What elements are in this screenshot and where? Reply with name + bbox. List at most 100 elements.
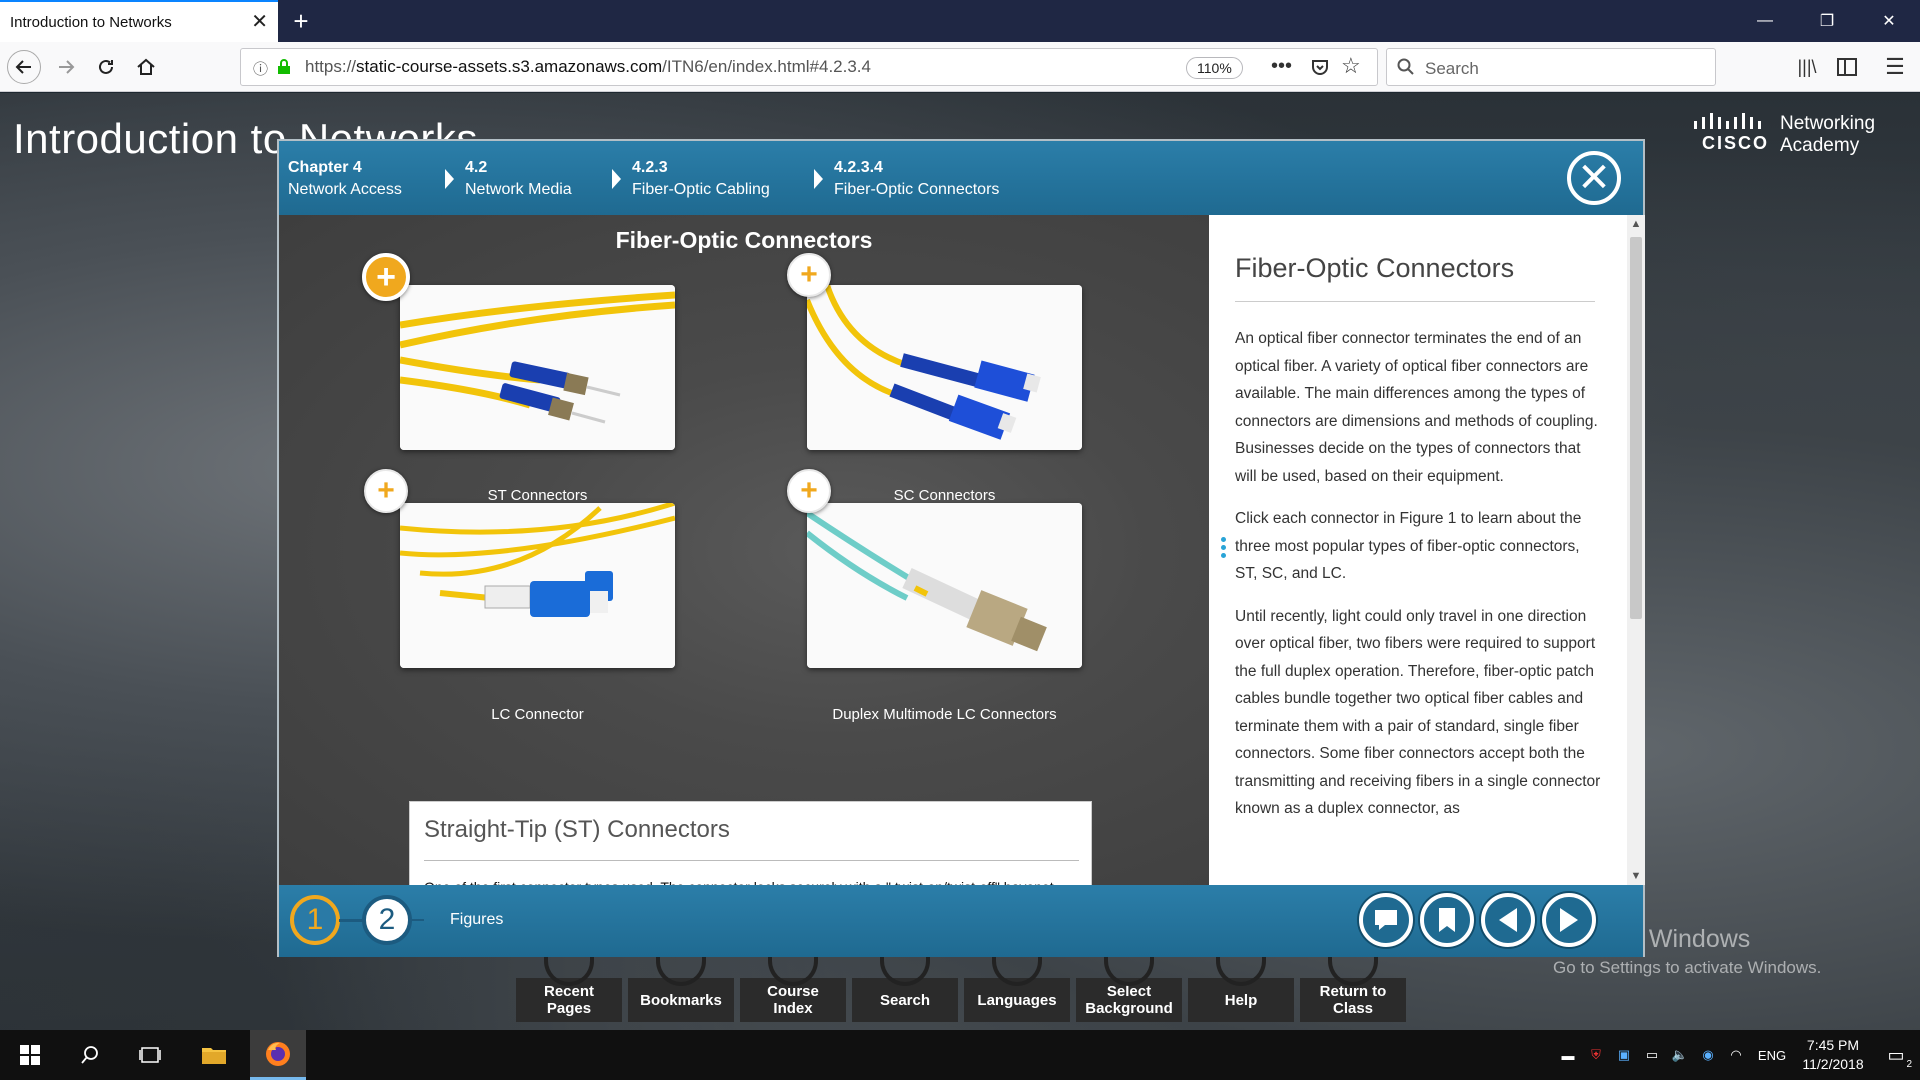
forward-button[interactable] [49,50,83,84]
language-indicator[interactable]: ENG [1750,1048,1794,1063]
scroll-up-icon[interactable]: ▲ [1627,215,1645,233]
notification-center-button[interactable]: ▭ 2 [1872,1045,1920,1070]
close-tab-icon[interactable]: ✕ [251,12,268,32]
info-icon[interactable]: ⓘ [253,58,268,79]
battery-icon[interactable]: ▭ [1638,1047,1666,1063]
bookmark-icon [1439,908,1455,932]
back-button[interactable] [7,50,41,84]
bookmark-button[interactable] [1420,893,1474,947]
course-bottom-menu: Recent Pages Bookmarks Course Index Sear… [516,956,1406,1022]
firefox-icon [266,1041,290,1066]
home-icon [137,58,155,75]
clock-time: 7:45 PM [1806,1037,1860,1053]
breadcrumb-section[interactable]: 4.2 Network Media [465,157,572,201]
academy-line1: Networking [1780,113,1876,134]
text-heading: Fiber-Optic Connectors [1235,253,1515,283]
search-icon [1397,58,1414,75]
file-explorer-button[interactable] [186,1030,242,1080]
paragraph-2: Click each connector in Figure 1 to lear… [1235,510,1582,582]
menu-label: Course Index [767,983,819,1017]
taskbar-search-button[interactable] [62,1030,118,1080]
bookmark-star-icon[interactable]: ☆ [1341,53,1361,79]
tray-app-icon[interactable]: ▬ [1554,1048,1582,1063]
menu-label: Bookmarks [640,991,722,1009]
minimize-icon[interactable]: — [1734,0,1796,42]
close-modal-button[interactable]: ✕ [1567,151,1621,205]
reload-button[interactable] [89,50,123,84]
st-connector-card[interactable] [400,285,675,450]
hamburger-menu-icon[interactable]: ☰ [1878,50,1912,84]
restore-icon[interactable]: ❐ [1796,0,1858,42]
sidebar-icon[interactable] [1830,50,1864,84]
figure-title: Fiber-Optic Connectors [615,227,873,253]
browser-search-input[interactable]: Search [1386,48,1716,86]
plus-icon[interactable]: + [364,469,408,513]
more-options-icon[interactable] [1221,537,1227,561]
breadcrumb-chapter[interactable]: Chapter 4 Network Access [288,157,402,201]
tray-app-icon[interactable]: ◉ [1694,1047,1722,1063]
menu-course-index[interactable]: Course Index [740,956,846,1022]
start-button[interactable] [0,1030,60,1080]
url-host: static-course-assets.s3.amazonaws.com [356,57,663,76]
breadcrumb-page[interactable]: 4.2.3.4 Fiber-Optic Connectors [834,157,999,201]
breadcrumb-topic[interactable]: 4.2.3 Fiber-Optic Cabling [632,157,770,201]
scroll-thumb[interactable] [1630,237,1642,619]
volume-icon[interactable]: 🔈 [1666,1047,1694,1063]
clock[interactable]: 7:45 PM 11/2/2018 [1794,1036,1872,1074]
previous-button[interactable] [1481,893,1535,947]
plus-icon[interactable]: + [787,469,831,513]
paragraph-3: Until recently, light could only travel … [1235,607,1601,818]
browser-tab-bar: Introduction to Networks ✕ + — ❐ ✕ [0,0,1920,42]
browser-tab[interactable]: Introduction to Networks ✕ [0,0,278,42]
window-controls: — ❐ ✕ [1734,0,1920,42]
task-view-button[interactable] [122,1030,178,1080]
duplex-lc-connector-card[interactable] [807,503,1082,668]
tray-app-icon[interactable]: ▣ [1610,1047,1638,1063]
more-actions-icon[interactable]: ••• [1271,55,1292,78]
menu-help[interactable]: Help [1188,956,1294,1022]
pocket-icon[interactable] [1311,58,1329,76]
figure-2-button[interactable]: 2 [362,895,412,945]
speech-bubble-icon [1375,910,1397,930]
crumb-num: 4.2.3.4 [834,159,883,176]
next-button[interactable] [1542,893,1596,947]
menu-recent-pages[interactable]: Recent Pages [516,956,622,1022]
figures-label: Figures [450,911,504,928]
sc-connector-card[interactable] [807,285,1082,450]
plus-icon[interactable]: + [362,253,410,301]
previous-arrow-icon [1499,908,1517,932]
url-prefix: https:// [305,57,357,76]
menu-return-to-class[interactable]: Return to Class [1300,956,1406,1022]
modal-footer: 1 2 Figures [279,885,1643,957]
menu-bookmarks[interactable]: Bookmarks [628,956,734,1022]
home-button[interactable] [129,50,163,84]
detail-title: Straight-Tip (ST) Connectors [424,816,730,843]
new-tab-button[interactable]: + [278,0,324,42]
lc-connector-card[interactable] [400,503,675,668]
menu-select-background[interactable]: Select Background [1076,956,1182,1022]
menu-languages[interactable]: Languages [964,956,1070,1022]
crumb-label: Fiber-Optic Connectors [834,181,1000,198]
scroll-down-icon[interactable]: ▼ [1627,867,1645,885]
shield-icon[interactable]: ⛨ [1582,1047,1610,1063]
text-scrollbar[interactable]: ▲ ▼ [1627,215,1645,885]
figure-connector-line [412,919,424,921]
crumb-label: Network Media [465,181,572,198]
comment-button[interactable] [1359,893,1413,947]
crumb-num: Chapter 4 [288,159,362,176]
url-bar[interactable]: ⓘ https://static-course-assets.s3.amazon… [240,48,1378,86]
wifi-icon[interactable]: ◠ [1722,1047,1750,1063]
library-icon[interactable]: |||\ [1790,50,1824,84]
breadcrumb-separator-icon [814,169,823,189]
menu-search[interactable]: Search [852,956,958,1022]
crumb-num: 4.2 [465,159,488,176]
notification-count: 2 [1906,1058,1912,1070]
plus-icon[interactable]: + [787,253,831,297]
close-window-icon[interactable]: ✕ [1858,0,1920,42]
lc-connector-image [400,503,675,668]
firefox-taskbar-button[interactable] [250,1030,306,1080]
crumb-label: Fiber-Optic Cabling [632,181,770,198]
search-placeholder: Search [1425,59,1479,78]
figure-1-button[interactable]: 1 [290,895,340,945]
zoom-indicator[interactable]: 110% [1186,57,1243,79]
